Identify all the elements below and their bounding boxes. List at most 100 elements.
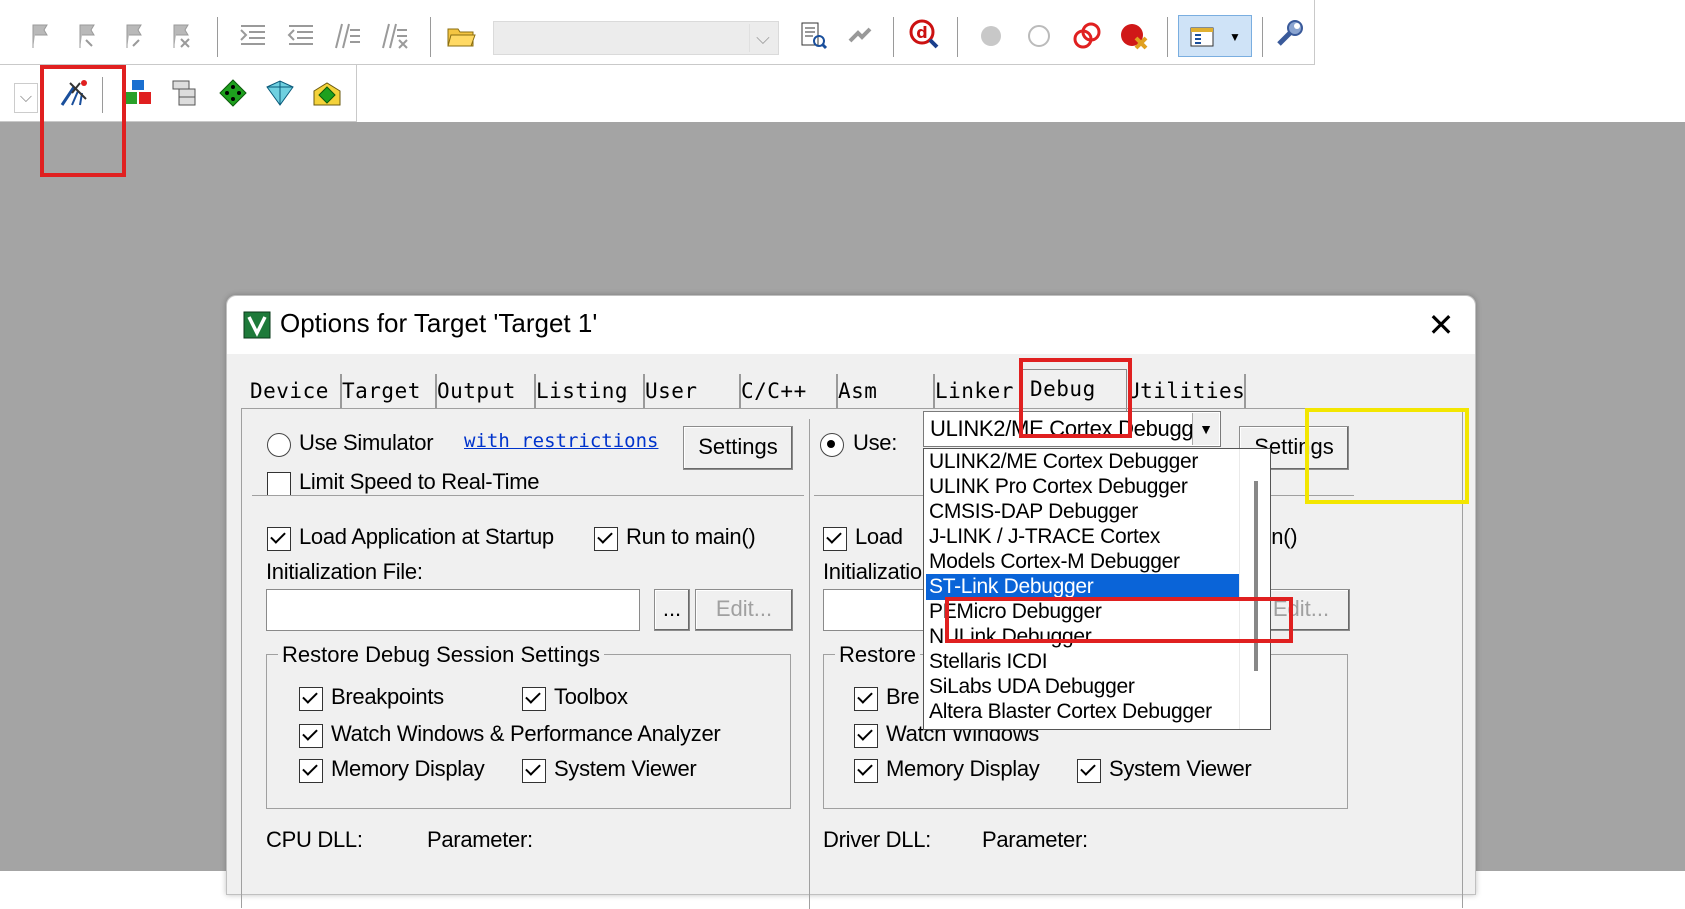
tab-asm[interactable]: Asm bbox=[831, 374, 935, 408]
dialog-title: Options for Target 'Target 1' bbox=[280, 308, 598, 338]
chevron-down-icon[interactable]: ▼ bbox=[1192, 413, 1219, 445]
configure-icon[interactable] bbox=[1272, 17, 1306, 51]
toolbar-separator bbox=[957, 17, 958, 57]
load-application-checkbox[interactable] bbox=[267, 527, 291, 551]
flag-icon[interactable] bbox=[24, 19, 58, 53]
close-button[interactable]: ✕ bbox=[1421, 306, 1461, 346]
debug-start-icon[interactable]: d bbox=[907, 17, 941, 51]
limit-speed-label: Limit Speed to Real-Time bbox=[299, 469, 540, 494]
system-viewer-checkbox-right[interactable] bbox=[1077, 759, 1101, 783]
highlight-stlink-option bbox=[945, 597, 1293, 643]
limit-speed-checkbox[interactable] bbox=[267, 472, 291, 496]
disable-breakpoints-icon[interactable] bbox=[1070, 19, 1104, 53]
target-combo[interactable]: ⌵ bbox=[14, 83, 38, 113]
init-file-input[interactable] bbox=[266, 589, 640, 631]
breakpoint-icon[interactable] bbox=[974, 19, 1008, 53]
breakpoints-label: Breakpoints bbox=[331, 684, 444, 709]
breakpoints-label-right: Bre bbox=[886, 684, 920, 709]
options-dialog: Options for Target 'Target 1' ✕ Device T… bbox=[226, 295, 1476, 909]
manage-runtime-icon[interactable] bbox=[310, 76, 344, 110]
use-simulator-radio[interactable] bbox=[267, 433, 291, 457]
debug-tab-panel: Use Simulator with restrictions Settings… bbox=[241, 408, 1463, 909]
driver-parameter-label: Parameter: bbox=[982, 827, 1088, 852]
highlight-settings-button bbox=[1305, 408, 1469, 504]
simulator-settings-button[interactable]: Settings bbox=[683, 426, 793, 470]
memory-display-label: Memory Display bbox=[331, 756, 485, 781]
breakpoints-checkbox[interactable] bbox=[299, 687, 323, 711]
uncomment-icon[interactable] bbox=[378, 19, 412, 53]
load-application-label: Load Application at Startup bbox=[299, 524, 554, 549]
restore-session-title-right: Restore bbox=[835, 642, 921, 668]
debugger-option[interactable]: ULINK Pro Cortex Debugger bbox=[926, 474, 1239, 500]
debugger-option[interactable]: J-LINK / J-TRACE Cortex bbox=[926, 524, 1239, 550]
toolbar-separator bbox=[430, 17, 431, 57]
tab-cpp[interactable]: C/C++ bbox=[734, 374, 838, 408]
load-icon[interactable] bbox=[121, 76, 155, 110]
watch-windows-label: Watch Windows & Performance Analyzer bbox=[331, 721, 721, 746]
window-layout-button[interactable]: ▼ bbox=[1178, 15, 1252, 57]
load-application-checkbox-right[interactable] bbox=[823, 527, 847, 551]
system-viewer-label-right: System Viewer bbox=[1109, 756, 1252, 781]
memory-display-checkbox-right[interactable] bbox=[854, 759, 878, 783]
tab-target[interactable]: Target bbox=[335, 374, 437, 408]
window-layout-icon bbox=[1185, 20, 1219, 54]
debugger-dropdown-list: ULINK2/ME Cortex Debugger ULINK Pro Cort… bbox=[923, 448, 1271, 730]
pack-installer-icon[interactable] bbox=[263, 76, 297, 110]
dropdown-scrollbar[interactable] bbox=[1239, 449, 1270, 729]
app-logo-icon bbox=[243, 311, 271, 339]
find-in-files-icon[interactable] bbox=[796, 18, 830, 52]
debugger-option[interactable]: ULINK2/ME Cortex Debugger bbox=[926, 449, 1239, 475]
debugger-option[interactable]: Stellaris ICDI bbox=[926, 649, 1239, 675]
breakpoint-disabled-icon[interactable] bbox=[1022, 19, 1056, 53]
flag-icon[interactable] bbox=[71, 19, 105, 53]
run-to-main-checkbox[interactable] bbox=[594, 527, 618, 551]
toolbox-checkbox[interactable] bbox=[522, 687, 546, 711]
memory-display-label-right: Memory Display bbox=[886, 756, 1040, 781]
run-to-main-label: Run to main() bbox=[626, 524, 756, 549]
breakpoints-checkbox-right[interactable] bbox=[854, 687, 878, 711]
browse-button[interactable]: ... bbox=[654, 589, 690, 631]
tab-user[interactable]: User bbox=[638, 374, 741, 408]
indent-icon[interactable] bbox=[236, 19, 270, 53]
use-debugger-radio[interactable] bbox=[820, 433, 844, 457]
kill-breakpoints-icon[interactable] bbox=[1117, 19, 1151, 53]
outdent-icon[interactable] bbox=[284, 19, 318, 53]
use-simulator-label: Use Simulator bbox=[299, 430, 434, 455]
find-icon[interactable] bbox=[843, 18, 877, 52]
debugger-option[interactable]: Models Cortex-M Debugger bbox=[926, 549, 1239, 575]
use-label: Use: bbox=[853, 430, 898, 455]
chevron-down-icon[interactable]: ⌵ bbox=[749, 24, 776, 52]
memory-display-checkbox[interactable] bbox=[299, 759, 323, 783]
toolbar-separator bbox=[893, 17, 894, 57]
toolbar-separator bbox=[217, 17, 218, 57]
debugger-option[interactable]: Altera Blaster Cortex Debugger bbox=[926, 699, 1239, 725]
flag-icon[interactable] bbox=[165, 19, 199, 53]
system-viewer-checkbox[interactable] bbox=[522, 759, 546, 783]
tab-utilities[interactable]: Utilities bbox=[1120, 374, 1246, 408]
highlight-options-button bbox=[40, 65, 126, 177]
tab-linker[interactable]: Linker bbox=[928, 374, 1028, 408]
tab-device[interactable]: Device bbox=[243, 374, 342, 408]
find-combo[interactable]: ⌵ bbox=[493, 21, 779, 55]
chevron-down-icon[interactable]: ▼ bbox=[1229, 30, 1241, 44]
edit-button[interactable]: Edit... bbox=[695, 589, 793, 631]
select-pack-icon[interactable] bbox=[216, 76, 250, 110]
debugger-option[interactable]: CMSIS-DAP Debugger bbox=[926, 499, 1239, 525]
restore-session-title: Restore Debug Session Settings bbox=[278, 642, 604, 668]
toolbox-label: Toolbox bbox=[554, 684, 628, 709]
vertical-divider bbox=[809, 419, 810, 909]
cpu-dll-label: CPU DLL: bbox=[266, 827, 363, 852]
tab-output[interactable]: Output bbox=[430, 374, 536, 408]
driver-dll-label: Driver DLL: bbox=[823, 827, 931, 852]
open-folder-icon[interactable] bbox=[444, 18, 478, 52]
init-file-label-right: Initializatio bbox=[823, 559, 922, 584]
comment-icon[interactable] bbox=[331, 19, 365, 53]
watch-windows-checkbox-right[interactable] bbox=[854, 724, 878, 748]
tab-listing[interactable]: Listing bbox=[529, 374, 645, 408]
debugger-option[interactable]: SiLabs UDA Debugger bbox=[926, 674, 1239, 700]
flag-icon[interactable] bbox=[118, 19, 152, 53]
init-file-input-right[interactable] bbox=[823, 589, 925, 631]
manage-project-icon[interactable] bbox=[168, 76, 202, 110]
watch-windows-checkbox[interactable] bbox=[299, 724, 323, 748]
with-restrictions-link[interactable]: with restrictions bbox=[464, 430, 658, 452]
